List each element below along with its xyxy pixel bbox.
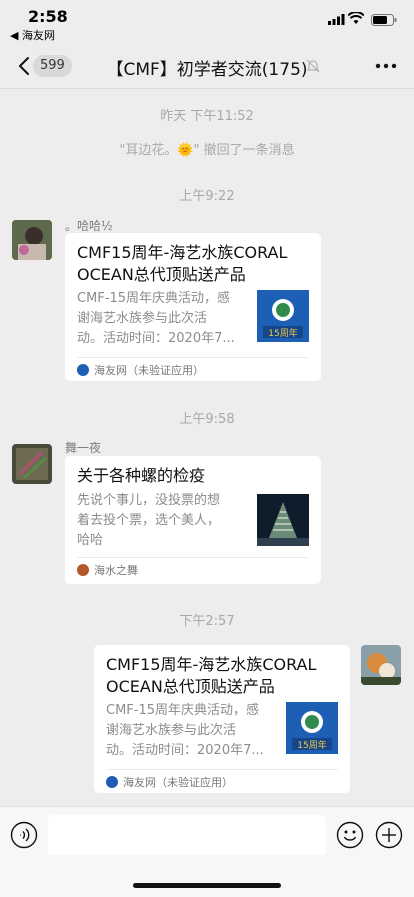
- thumb-caption: 15周年: [268, 327, 297, 339]
- card-title: CMF15周年-海艺水族CORAL OCEAN总代顶贴送产品: [106, 655, 317, 696]
- card-description: 先说个事儿，没投票的想 着去投个票，选个美人， 哈哈: [77, 493, 221, 548]
- chat-header: 599 【CMF】初学者交流(175): [0, 44, 414, 88]
- card-source: 海水之舞: [94, 564, 138, 577]
- source-logo-icon: [106, 776, 118, 788]
- back-to-app-link[interactable]: ◀ 海友网: [10, 27, 55, 43]
- source-logo-icon: [77, 564, 89, 576]
- sender-avatar[interactable]: [12, 444, 52, 484]
- chat-input-bar: [0, 806, 414, 897]
- thumb-caption: 15周年: [297, 739, 326, 751]
- avatar-photo: [361, 645, 401, 685]
- timestamp: 下午2:57: [179, 614, 235, 629]
- sender-name: 。哈哈½: [65, 219, 113, 233]
- my-avatar[interactable]: [361, 645, 401, 685]
- card-source: 海友网（未验证应用）: [94, 364, 204, 377]
- timestamp: 昨天 下午11:52: [160, 109, 254, 124]
- card-title: CMF15周年-海艺水族CORAL OCEAN总代顶贴送产品: [77, 243, 288, 284]
- header-divider: [0, 88, 414, 89]
- sender-name: 舞一夜: [65, 441, 102, 455]
- source-logo-icon: [77, 364, 89, 376]
- chat-title: 【CMF】初学者交流(175): [106, 60, 308, 80]
- status-bar: 2:58 ◀ 海友网: [0, 0, 414, 44]
- status-time: 2:58: [28, 7, 68, 26]
- plus-icon[interactable]: [375, 821, 403, 849]
- timestamp: 上午9:58: [179, 412, 235, 427]
- mute-bell-icon: [306, 59, 320, 73]
- card-divider: [77, 557, 309, 558]
- card-thumbnail: 15周年: [257, 290, 309, 342]
- card-thumbnail: 15周年: [286, 702, 338, 754]
- card-thumbnail: [257, 494, 309, 546]
- avatar-photo: [12, 220, 52, 260]
- battery-icon: [371, 14, 397, 26]
- more-options-icon[interactable]: [374, 56, 398, 76]
- card-description: CMF-15周年庆典活动，感 谢海艺水族参与此次活 动。活动时间：2020年7.…: [106, 703, 264, 758]
- card-title: 关于各种螺的检疫: [77, 466, 206, 485]
- card-source: 海友网（未验证应用）: [123, 776, 233, 789]
- avatar-photo: [12, 444, 52, 484]
- timestamp: 上午9:22: [179, 189, 235, 204]
- emoji-icon[interactable]: [336, 821, 364, 849]
- home-indicator: [133, 883, 281, 888]
- link-card[interactable]: 关于各种螺的检疫 先说个事儿，没投票的想 着去投个票，选个美人， 哈哈 海水之舞: [65, 456, 321, 584]
- message-input[interactable]: [48, 815, 326, 855]
- card-description: CMF-15周年庆典活动，感 谢海艺水族参与此次活 动。活动时间：2020年7.…: [77, 291, 235, 346]
- recall-notice: "耳边花。🌞" 撤回了一条消息: [119, 143, 295, 158]
- link-card[interactable]: CMF15周年-海艺水族CORAL OCEAN总代顶贴送产品 CMF-15周年庆…: [94, 645, 350, 793]
- wifi-icon: [348, 12, 364, 24]
- link-card[interactable]: CMF15周年-海艺水族CORAL OCEAN总代顶贴送产品 CMF-15周年庆…: [65, 233, 321, 381]
- card-divider: [77, 357, 309, 358]
- voice-icon[interactable]: [10, 821, 38, 849]
- signal-icon: [328, 14, 345, 25]
- card-divider: [106, 769, 338, 770]
- sender-avatar[interactable]: [12, 220, 52, 260]
